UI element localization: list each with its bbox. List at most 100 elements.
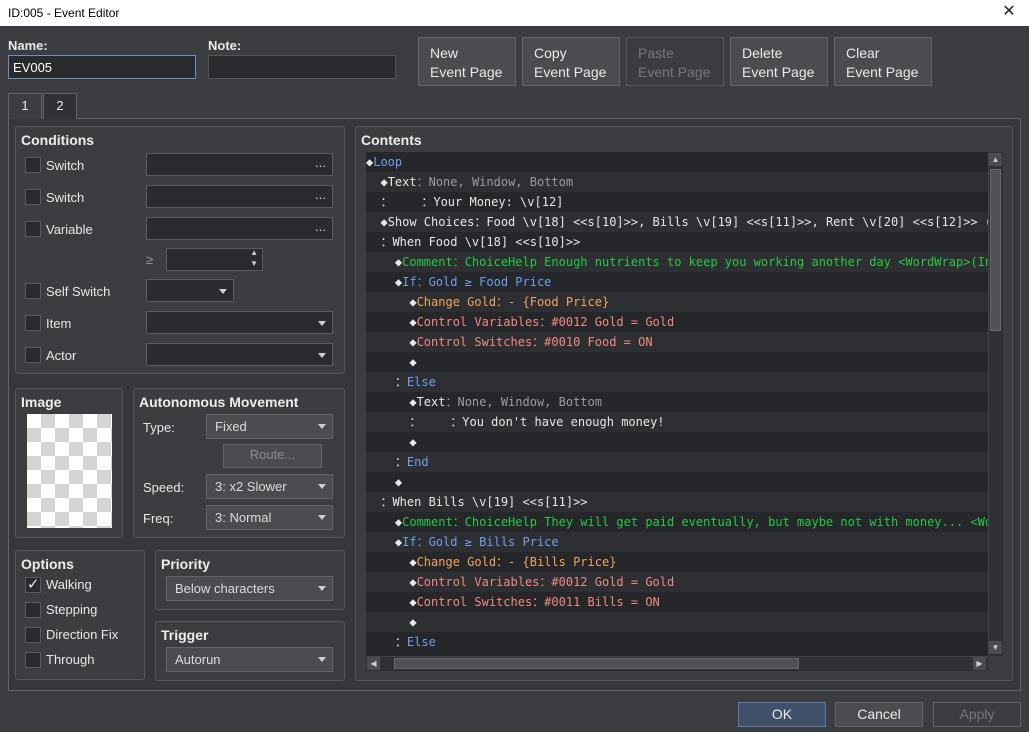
name-input[interactable]: EV005 — [8, 55, 196, 79]
spin-up-icon[interactable]: ▲ — [250, 248, 258, 257]
variable-picker[interactable]: ... — [146, 217, 333, 240]
paste-event-page-button[interactable]: Paste Event Page — [626, 37, 724, 86]
movement-type-select[interactable]: Fixed — [206, 414, 333, 439]
through-checkbox[interactable] — [25, 652, 41, 668]
item-select[interactable] — [146, 311, 333, 334]
command-line[interactable]: ◆Comment：ChoiceHelp They will get paid e… — [366, 512, 988, 532]
ellipsis-icon: ... — [315, 155, 326, 170]
command-line[interactable]: ◆Loop — [366, 152, 988, 172]
command-line[interactable]: ◆Control Variables：#0012 Gold = Gold — [366, 572, 988, 592]
movement-speed-select[interactable]: 3: x2 Slower — [206, 474, 333, 499]
command-segment: Loop — [373, 155, 403, 169]
ellipsis-icon: ... — [315, 219, 326, 234]
switch2-picker[interactable]: ... — [146, 185, 333, 208]
horizontal-scrollbar[interactable]: ◀ ▶ — [366, 656, 988, 671]
command-line[interactable]: ◆Change Gold：- {Bills Price} — [366, 552, 988, 572]
walking-checkbox[interactable] — [25, 575, 41, 593]
switch2-checkbox[interactable] — [25, 189, 41, 205]
command-line[interactable]: ：When Food \v[18] <<s[10]>> — [366, 232, 988, 252]
delete-event-page-button[interactable]: Delete Event Page — [730, 37, 828, 86]
copy-event-page-button[interactable]: Copy Event Page — [522, 37, 620, 86]
command-line[interactable]: ： ：Your Money: \v[12] — [366, 192, 988, 212]
movement-freq-label: Freq: — [143, 511, 174, 526]
route-button[interactable]: Route... — [223, 444, 322, 468]
variable-checkbox[interactable] — [25, 221, 41, 237]
command-line[interactable]: ◆Text：None, Window, Bottom — [366, 392, 988, 412]
trigger-select[interactable]: Autorun — [166, 647, 333, 672]
item-checkbox[interactable] — [25, 315, 41, 331]
button-line2: Event Page — [742, 64, 815, 80]
button-line2: Event Page — [430, 64, 503, 80]
command-line[interactable]: ◆Show Choices：Food \v[18] <<s[10]>>, Bil… — [366, 212, 988, 232]
command-line[interactable]: ◆ — [366, 612, 988, 632]
ok-button[interactable]: OK — [738, 702, 826, 727]
tab-page-1[interactable]: 1 — [8, 93, 42, 119]
command-line[interactable]: ：Else — [366, 372, 988, 392]
event-image-preview[interactable] — [27, 414, 112, 528]
command-line[interactable]: ◆Text：None, Window, Bottom — [366, 172, 988, 192]
chevron-down-icon — [318, 586, 326, 591]
actor-select[interactable] — [146, 343, 333, 366]
command-line[interactable]: ：When Bills \v[19] <<s[11]>> — [366, 492, 988, 512]
scroll-up-icon[interactable]: ▲ — [989, 153, 1002, 166]
self-switch-checkbox[interactable] — [25, 283, 41, 299]
self-switch-select[interactable] — [146, 279, 234, 302]
button-line1: Copy — [534, 45, 567, 61]
command-segment: ◆ — [366, 435, 417, 449]
command-segment: ： — [366, 375, 407, 389]
command-segment: If：Gold ≥ Bills Price — [402, 535, 559, 549]
apply-button[interactable]: Apply — [933, 702, 1021, 727]
command-segment: Control Variables：#0012 Gold = Gold — [416, 315, 675, 329]
switch1-picker[interactable]: ... — [146, 153, 333, 176]
command-segment: Control Switches：#0011 Bills = ON — [416, 595, 660, 609]
scroll-left-icon[interactable]: ◀ — [367, 657, 380, 670]
command-line[interactable]: ：End — [366, 452, 988, 472]
command-line[interactable]: ：Else — [366, 632, 988, 652]
stepping-checkbox[interactable] — [25, 602, 41, 618]
variable-value-spinner[interactable]: ▲ ▼ — [166, 248, 263, 271]
note-input[interactable] — [208, 55, 396, 79]
command-line[interactable]: ◆Control Variables：#0012 Gold = Gold — [366, 312, 988, 332]
command-segment: ◆ — [366, 555, 417, 569]
ellipsis-icon: ... — [315, 187, 326, 202]
command-segment: ： — [366, 635, 407, 649]
event-command-list[interactable]: ◆Loop ◆Text：None, Window, Bottom ： ：Your… — [366, 152, 988, 656]
command-line[interactable]: ◆Control Switches：#0011 Bills = ON — [366, 592, 988, 612]
clear-event-page-button[interactable]: Clear Event Page — [834, 37, 932, 86]
command-segment: Comment：ChoiceHelp They will get paid ev… — [402, 515, 988, 529]
scroll-down-icon[interactable]: ▼ — [989, 641, 1002, 654]
horizontal-scroll-thumb[interactable] — [394, 658, 799, 669]
command-segment: ： — [366, 455, 407, 469]
actor-checkbox[interactable] — [25, 347, 41, 363]
new-event-page-button[interactable]: New Event Page — [418, 37, 516, 86]
command-line[interactable]: ◆If：Gold ≥ Food Price — [366, 272, 988, 292]
command-segment: Comment：ChoiceHelp Enough nutrients to k… — [402, 255, 988, 269]
command-segment: ：None, Window, Bottom — [445, 395, 602, 409]
switch1-checkbox[interactable] — [25, 157, 41, 173]
direction-fix-checkbox[interactable] — [25, 627, 41, 643]
command-line[interactable]: ◆Comment：ChoiceHelp Enough nutrients to … — [366, 252, 988, 272]
priority-select[interactable]: Below characters — [166, 576, 333, 601]
command-line[interactable]: ◆Change Gold：- {Food Price} — [366, 292, 988, 312]
command-line[interactable]: ： ：You don't have enough money! — [366, 412, 988, 432]
command-line[interactable]: ◆ — [366, 352, 988, 372]
scroll-right-icon[interactable]: ▶ — [973, 657, 986, 670]
command-segment: Text — [416, 395, 446, 409]
movement-freq-select[interactable]: 3: Normal — [206, 505, 333, 530]
chevron-down-icon — [318, 484, 326, 489]
cancel-button[interactable]: Cancel — [835, 702, 923, 727]
command-line[interactable]: ◆If：Gold ≥ Bills Price — [366, 532, 988, 552]
spin-down-icon[interactable]: ▼ — [250, 259, 258, 268]
vertical-scrollbar[interactable]: ▲ ▼ — [988, 152, 1003, 656]
trigger-title: Trigger — [161, 627, 209, 643]
movement-type-value: Fixed — [215, 419, 247, 434]
close-icon[interactable]: ✕ — [989, 0, 1029, 26]
command-line[interactable]: ◆ — [366, 472, 988, 492]
tab-page-2[interactable]: 2 — [43, 93, 77, 119]
command-segment: ◆ — [366, 595, 417, 609]
command-line[interactable]: ◆Control Switches：#0010 Food = ON — [366, 332, 988, 352]
command-line[interactable]: ◆ — [366, 432, 988, 452]
image-title: Image — [21, 394, 62, 410]
vertical-scroll-thumb[interactable] — [990, 169, 1001, 331]
switch1-label: Switch — [46, 158, 85, 173]
